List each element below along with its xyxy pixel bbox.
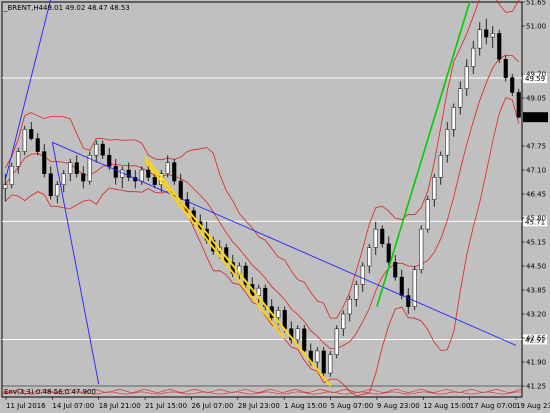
x-tick-label: 14 Jul 07:00 [52, 402, 94, 410]
candle-up [354, 284, 359, 300]
y-tick-label: 42.55 [526, 335, 546, 343]
x-tick-label: 21 Jul 15:00 [145, 402, 187, 410]
candle-up [22, 129, 27, 152]
candle-up [464, 66, 469, 90]
last-price-label: 48.53 [525, 114, 545, 122]
candle-up [328, 354, 333, 374]
x-tick-label: 12 Aug 15:00 [423, 402, 470, 410]
candle-up [341, 313, 346, 330]
x-tick-label: 18 Jul 21:00 [99, 402, 141, 410]
candle-up [9, 166, 14, 186]
x-tick-label: 1 Aug 15:00 [284, 402, 327, 410]
y-tick-label: 46.45 [526, 191, 546, 199]
candle-up [315, 350, 320, 363]
candle-up [451, 106, 456, 130]
candle-up [490, 33, 495, 38]
candle-down [497, 33, 502, 60]
candle-up [425, 199, 430, 230]
x-tick-label: 28 Jul 23:00 [238, 402, 280, 410]
y-tick-label: 49.05 [526, 95, 546, 103]
y-tick-label: 47.10 [526, 167, 546, 175]
candle-down [113, 166, 118, 178]
candle-up [61, 173, 66, 186]
chart-title: _BRENT,H4 [3, 4, 44, 12]
candle-down [484, 29, 489, 38]
candle-down [146, 169, 151, 178]
y-tick-label: 45.15 [526, 239, 546, 247]
candle-down [302, 328, 307, 352]
candle-up [347, 298, 352, 315]
y-tick-label: 44.50 [526, 263, 546, 271]
candle-up [55, 184, 60, 197]
price-chart[interactable]: 49.5945.7142.51 51.6551.0049.7049.0547.7… [0, 0, 550, 413]
candle-down [516, 92, 521, 118]
chart-background [0, 0, 550, 413]
candle-up [360, 265, 365, 285]
candle-down [393, 262, 398, 278]
candle-up [432, 177, 437, 200]
candle-down [503, 58, 508, 78]
candle-up [165, 162, 170, 174]
candle-up [334, 328, 339, 355]
y-tick-label: 45.80 [526, 215, 546, 223]
candle-down [178, 180, 183, 200]
y-tick-label: 47.75 [526, 143, 546, 151]
candle-up [471, 47, 476, 67]
chart-window: 49.59 45.71 42.51 51.65 51.00 49.70 49.05 47.7… [0, 0, 550, 413]
candle-up [16, 151, 21, 167]
candle-up [438, 154, 443, 178]
y-tick-label: 51.65 [526, 0, 546, 7]
candle-down [35, 138, 40, 152]
y-tick-label: 43.20 [526, 311, 546, 319]
y-tick-label: 43.85 [526, 287, 546, 295]
candle-up [94, 143, 99, 156]
candle-down [81, 173, 86, 182]
candle-down [172, 162, 177, 182]
candle-up [458, 88, 463, 108]
x-tick-label: 5 Aug 07:00 [331, 402, 374, 410]
candle-down [321, 350, 326, 374]
candle-down [282, 310, 287, 330]
x-tick-label: 11 Jul 2016 [6, 402, 46, 410]
candle-up [276, 310, 281, 318]
candle-up [3, 184, 8, 189]
candle-down [29, 129, 34, 139]
x-tick-label: 17 Aug 07:00 [470, 402, 517, 410]
y-tick-label: 41.90 [526, 359, 546, 367]
x-tick-label: 26 Jul 07:00 [191, 402, 233, 410]
candle-down [380, 228, 385, 245]
y-tick-label: 41.25 [526, 383, 546, 391]
candle-down [100, 143, 105, 156]
candle-down [510, 77, 515, 93]
candle-down [386, 243, 391, 263]
candle-down [399, 276, 404, 296]
candle-up [419, 228, 424, 270]
candle-up [68, 162, 73, 174]
candle-down [74, 162, 79, 174]
candle-up [373, 228, 378, 248]
x-tick-label: 9 Aug 23:00 [377, 402, 420, 410]
candle-up [139, 169, 144, 182]
candle-up [295, 328, 300, 341]
candle-down [107, 154, 112, 167]
indicator-label: Env(3,3) 0.48 56.0 47.900 [4, 388, 96, 396]
ohlc-readout: 49.01 49.02 48.47 48.53 [43, 4, 130, 12]
candle-up [367, 247, 372, 267]
candle-down [152, 177, 157, 186]
y-tick-label: 51.00 [526, 23, 546, 31]
y-tick-label: 49.70 [526, 71, 546, 79]
candle-down [48, 173, 53, 197]
candle-down [42, 151, 47, 174]
candle-up [445, 129, 450, 156]
candle-up [477, 29, 482, 49]
x-tick-label: 19 Aug 23:00 [516, 402, 550, 410]
